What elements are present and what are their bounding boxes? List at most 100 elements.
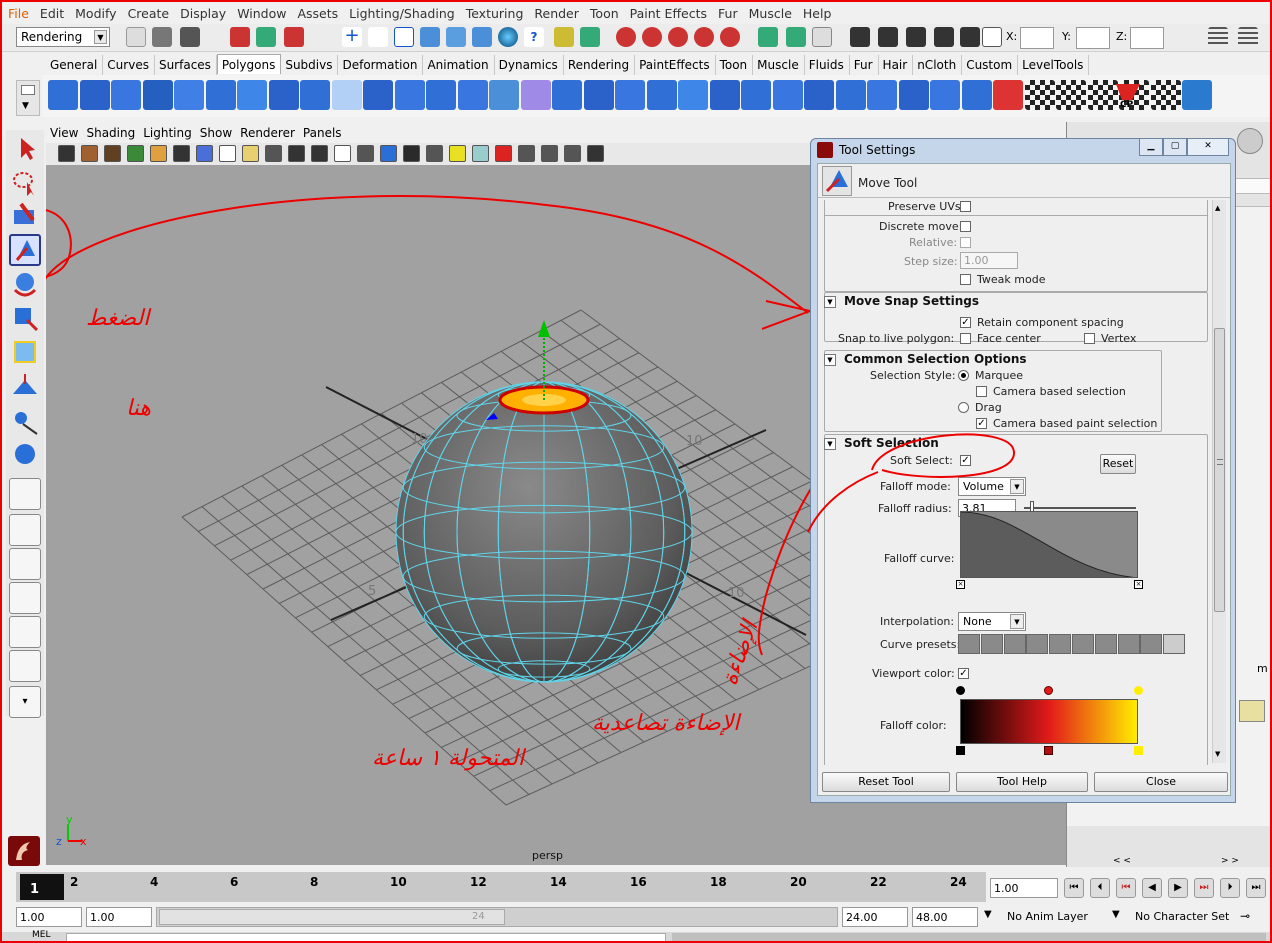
ramp-key-black-icon[interactable]: [956, 746, 965, 755]
menu-display[interactable]: Display: [174, 2, 231, 21]
viewport-frame-selected-icon[interactable]: [541, 145, 558, 162]
viewport-shadows-icon[interactable]: [403, 145, 420, 162]
menu-lighting-shading[interactable]: Lighting/Shading: [343, 2, 460, 21]
ramp-key-yellow-icon[interactable]: [1134, 746, 1143, 755]
viewport-isolate-icon[interactable]: [495, 145, 512, 162]
shelf-separate-icon[interactable]: [394, 80, 425, 110]
relative-checkbox[interactable]: [960, 237, 971, 248]
shelf-poke-icon[interactable]: [898, 80, 929, 110]
tool-settings-titlebar[interactable]: Tool Settings ▁ ▢ ✕: [811, 139, 1235, 161]
viewport-menu-show[interactable]: Show: [196, 124, 236, 140]
character-set-select[interactable]: No Character Set: [1132, 907, 1244, 927]
close-window-button[interactable]: ✕: [1187, 139, 1229, 156]
shelf-smooth-icon[interactable]: [489, 80, 519, 110]
shelf-pipe-icon[interactable]: [268, 80, 299, 110]
curve-preset-2-icon[interactable]: [980, 634, 1003, 654]
viewport-film-gate-icon[interactable]: [196, 145, 213, 162]
select-mask-icon[interactable]: [580, 27, 600, 47]
shelf-tab-hair[interactable]: Hair: [879, 55, 914, 75]
shelf-cube-icon[interactable]: [79, 80, 110, 110]
viewport-menu-shading[interactable]: Shading: [82, 124, 139, 140]
shelf-cylinder-icon[interactable]: [111, 80, 141, 110]
falloff-color-ramp[interactable]: [960, 699, 1138, 744]
shelf-wedge-icon[interactable]: [867, 80, 897, 110]
layout-hypershade-icon[interactable]: [9, 616, 41, 648]
shelf-tab-muscle[interactable]: Muscle: [753, 55, 805, 75]
reset-tool-button[interactable]: Reset Tool: [822, 772, 950, 792]
curve-preset-4-icon[interactable]: [1026, 634, 1049, 654]
layout-more-icon[interactable]: ▾: [9, 686, 41, 718]
camera-based-paint-checkbox[interactable]: ✓: [976, 418, 987, 429]
attribute-toggle-icon[interactable]: [1237, 128, 1263, 154]
shelf-tab-general[interactable]: General: [46, 55, 104, 75]
viewport-field-chart-icon[interactable]: [265, 145, 282, 162]
construction-history-icon[interactable]: [812, 27, 832, 47]
shelf-average-vertices-icon[interactable]: [520, 80, 551, 110]
curve-preset-6-icon[interactable]: [1072, 634, 1094, 654]
select-hierarchy-icon[interactable]: [230, 27, 250, 47]
z-field[interactable]: [1130, 27, 1164, 49]
range-slider-handle[interactable]: 24: [159, 909, 505, 925]
render-frame-icon[interactable]: [850, 27, 870, 47]
viewport-grid-icon[interactable]: [173, 145, 190, 162]
minimize-button[interactable]: ▁: [1139, 139, 1163, 156]
curve-preset-7-icon[interactable]: [1094, 634, 1117, 654]
input-ops-icon[interactable]: [758, 27, 778, 47]
scroll-up-icon[interactable]: ▲: [1215, 204, 1220, 212]
y-field[interactable]: [1076, 27, 1110, 49]
curve-preset-9-icon[interactable]: [1140, 634, 1163, 654]
attribute-editor-icon[interactable]: [1208, 27, 1228, 47]
viewport-render-camera-icon[interactable]: [587, 145, 604, 162]
time-slider[interactable]: 1 2 4 6 8 10 12 14 16 18 20 22 24: [16, 872, 986, 902]
shelf-torus-icon[interactable]: [205, 80, 236, 110]
shelf-tab-leveltools[interactable]: LevelTools: [1018, 55, 1090, 75]
curve-key-start-icon[interactable]: ×: [956, 580, 965, 589]
snap-grid-icon[interactable]: +: [342, 27, 362, 47]
shelf-bevel-icon[interactable]: [772, 80, 803, 110]
curve-preset-1-icon[interactable]: [958, 634, 980, 654]
interpolation-select[interactable]: None ▼: [958, 612, 1026, 631]
shelf-export-icon[interactable]: [1182, 80, 1212, 110]
current-frame-marker[interactable]: 1: [20, 874, 64, 900]
lock-icon[interactable]: [554, 27, 574, 47]
render-sphere-icon[interactable]: [498, 27, 518, 47]
common-selection-title[interactable]: Common Selection Options: [844, 352, 1027, 366]
viewport-grease-pencil-icon[interactable]: [150, 145, 167, 162]
menu-file[interactable]: File: [2, 2, 34, 21]
viewport-textured-icon[interactable]: [357, 145, 374, 162]
scale-tool-icon[interactable]: [9, 302, 41, 334]
viewport-menu-lighting[interactable]: Lighting: [139, 124, 196, 140]
layout-four-icon[interactable]: [9, 514, 41, 546]
viewport-color-checkbox[interactable]: ✓: [958, 668, 969, 679]
viewport-xray-icon[interactable]: [472, 145, 489, 162]
hypershade-icon[interactable]: [934, 27, 954, 47]
shelf-tab-fur[interactable]: Fur: [850, 55, 879, 75]
go-to-end-icon[interactable]: ⏭: [1246, 878, 1266, 898]
shelf-booleans-icon[interactable]: [457, 80, 488, 110]
shelf-split-polygon-icon[interactable]: [615, 80, 645, 110]
menu-texturing[interactable]: Texturing: [460, 2, 529, 21]
shelf-bridge-icon[interactable]: [741, 80, 771, 110]
shelf-insert-loop-icon[interactable]: [646, 80, 677, 110]
curve-preset-10-icon[interactable]: [1163, 634, 1186, 654]
soft-mod-icon[interactable]: [9, 370, 41, 402]
command-input[interactable]: [66, 933, 666, 941]
transform-input-icon[interactable]: [982, 27, 1002, 47]
reset-button[interactable]: Reset: [1100, 454, 1136, 474]
step-back-icon[interactable]: ⏴: [1090, 878, 1110, 898]
x-field[interactable]: [1020, 27, 1054, 49]
snap-curve-icon[interactable]: [368, 27, 388, 47]
shelf-tab-ncloth[interactable]: nCloth: [913, 55, 963, 75]
menu-edit[interactable]: Edit: [34, 2, 69, 21]
current-frame-field[interactable]: 1.00: [990, 878, 1058, 898]
scroll-down-icon[interactable]: ▼: [1215, 750, 1220, 758]
shelf-tab-toon[interactable]: Toon: [716, 55, 754, 75]
viewport-screen-space-ao-icon[interactable]: [426, 145, 443, 162]
viewport-bookmarks-icon[interactable]: [104, 145, 121, 162]
shelf-merge-icon[interactable]: [804, 80, 834, 110]
menu-help[interactable]: Help: [797, 2, 837, 21]
viewport-menu-panels[interactable]: Panels: [299, 124, 346, 140]
shelf-combine-icon[interactable]: [363, 80, 393, 110]
ipr-render-icon[interactable]: [878, 27, 898, 47]
select-tool-icon[interactable]: [9, 132, 41, 164]
